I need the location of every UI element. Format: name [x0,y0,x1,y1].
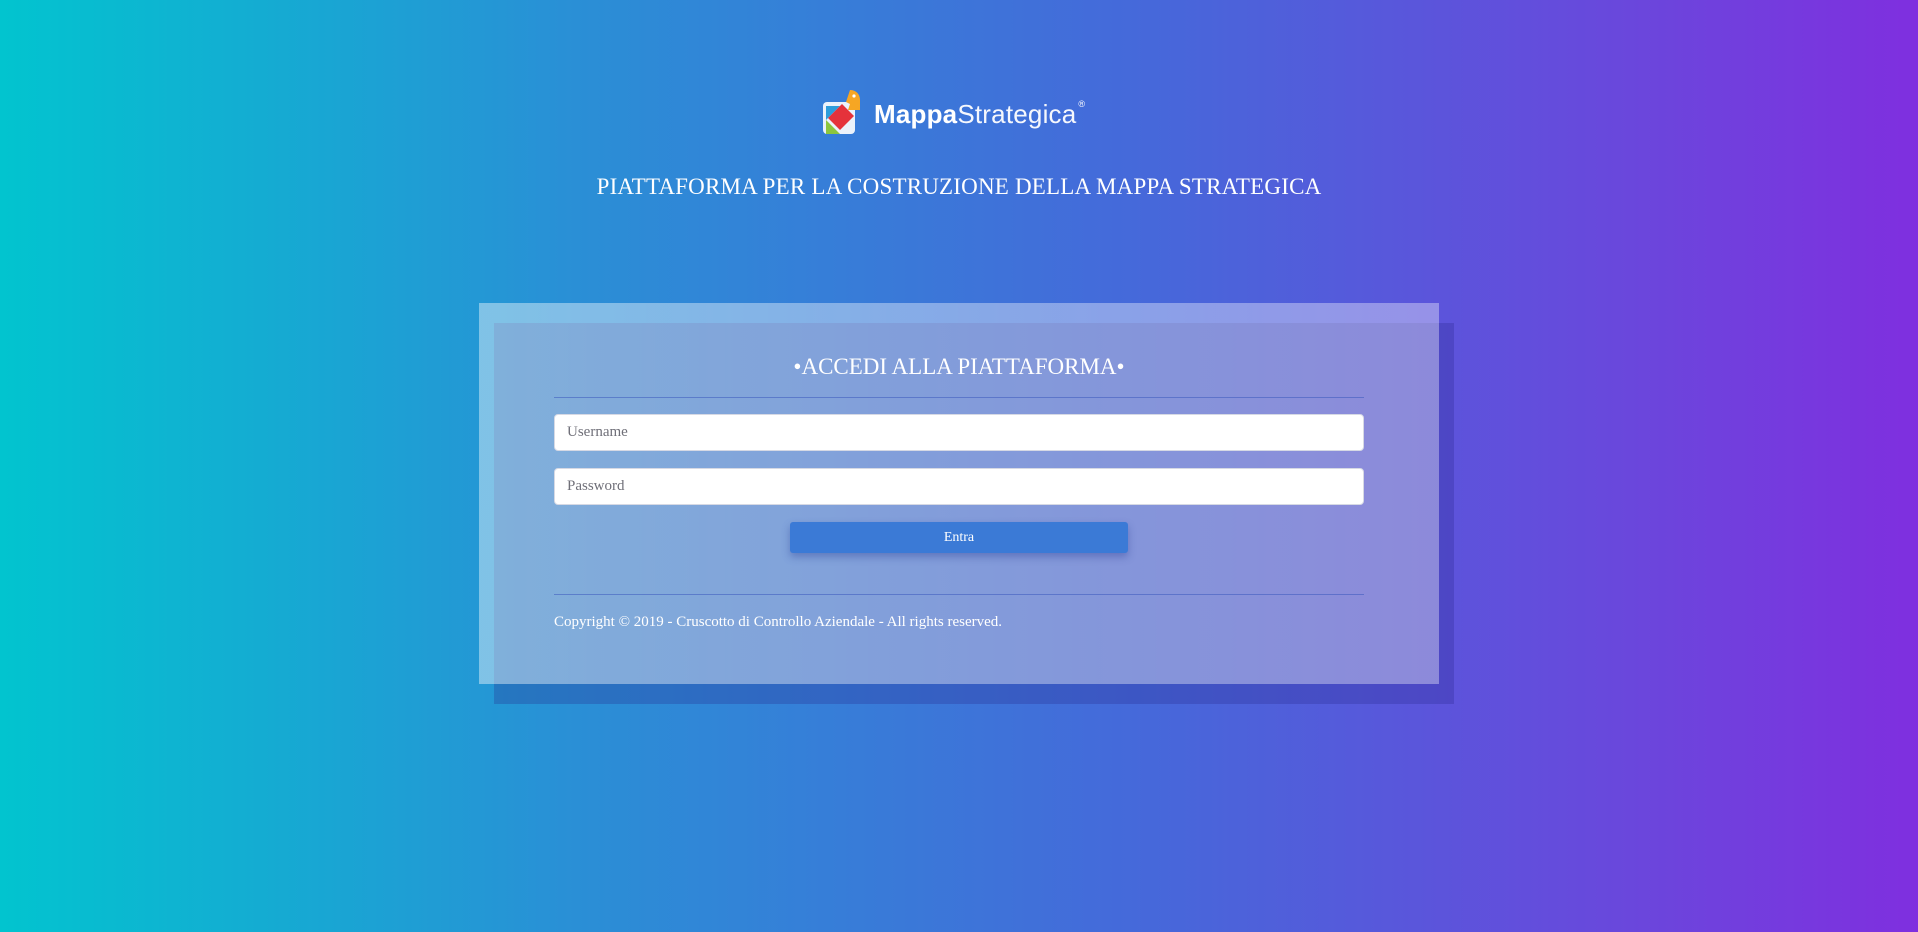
brand-name: Mappa Strategica ® [874,99,1085,130]
login-submit-button[interactable]: Entra [790,522,1128,553]
divider-bottom [554,594,1364,595]
brand-name-bold: Mappa [874,98,958,129]
login-form: •ACCEDI ALLA PIATTAFORMA• Entra Copyrigh… [554,303,1364,631]
divider-top [554,397,1364,398]
submit-row: Entra [554,522,1364,553]
page-title: PIATTAFORMA PER LA COSTRUZIONE DELLA MAP… [596,174,1322,199]
copyright-text: Copyright © 2019 - Cruscotto di Controll… [554,614,1003,630]
brand-name-light: Strategica [957,98,1077,129]
brand-logo: Mappa Strategica ® [820,84,1085,138]
login-heading: •ACCEDI ALLA PIATTAFORMA• [793,354,1125,379]
login-card: •ACCEDI ALLA PIATTAFORMA• Entra Copyrigh… [479,303,1439,684]
chess-knight-logo-icon [820,84,868,138]
username-input[interactable] [554,414,1364,451]
registered-mark: ® [1078,98,1086,109]
password-input[interactable] [554,468,1364,505]
